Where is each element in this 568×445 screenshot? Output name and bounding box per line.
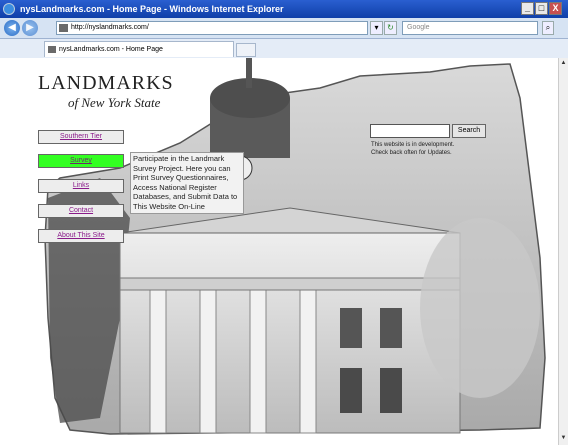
site-logo[interactable]: LANDMARKS of New York State <box>38 72 174 111</box>
logo-subtitle: of New York State <box>68 95 161 110</box>
address-toolbar: ◀ ▶ http://nyslandmarks.com/ ▾ ↻ ✕ Googl… <box>0 18 568 39</box>
logo-title: LANDMARKS <box>38 72 174 94</box>
search-placeholder: Google <box>407 24 430 31</box>
close-button[interactable]: X <box>549 2 562 15</box>
note-line-2: Check back often for Updates. <box>371 149 452 156</box>
page-icon <box>48 46 56 53</box>
window-title: nysLandmarks.com - Home Page - Windows I… <box>20 4 284 14</box>
new-tab-button[interactable] <box>236 43 256 57</box>
vertical-scrollbar[interactable]: ▲ ▼ <box>558 58 568 445</box>
nav-links[interactable]: Links <box>38 179 124 193</box>
back-icon[interactable]: ◀ <box>4 20 20 36</box>
address-input[interactable]: http://nyslandmarks.com/ <box>56 21 368 35</box>
survey-tooltip: Participate in the Landmark Survey Proje… <box>130 152 244 214</box>
page-icon <box>59 24 68 32</box>
nav-contact[interactable]: Contact <box>38 204 124 218</box>
landmark-background-illustration <box>44 58 546 435</box>
note-line-1: This website is in development. <box>371 142 455 148</box>
development-note: This website is in development. Check ba… <box>371 142 454 157</box>
site-search-input[interactable] <box>370 124 450 138</box>
nav-about[interactable]: About This Site <box>38 229 124 243</box>
scroll-up-icon[interactable]: ▲ <box>560 59 567 68</box>
refresh-icon[interactable]: ↻ <box>384 21 397 35</box>
address-dropdown-icon[interactable]: ▾ <box>370 21 383 35</box>
tab-label: nysLandmarks.com - Home Page <box>59 46 163 53</box>
search-box[interactable]: Google <box>402 21 538 35</box>
nav-southern-tier[interactable]: Southern Tier <box>38 130 124 144</box>
ie-icon <box>3 3 15 15</box>
tab-home[interactable]: nysLandmarks.com - Home Page <box>44 41 234 57</box>
site-search-button[interactable]: Search <box>452 124 486 138</box>
search-icon[interactable]: ⌕ <box>542 21 554 35</box>
window-titlebar: nysLandmarks.com - Home Page - Windows I… <box>0 0 568 18</box>
maximize-button[interactable]: □ <box>535 2 548 15</box>
nav-survey[interactable]: Survey <box>38 154 124 168</box>
page-content: LANDMARKS of New York State Southern Tie… <box>0 58 558 445</box>
address-url: http://nyslandmarks.com/ <box>71 24 149 31</box>
scroll-down-icon[interactable]: ▼ <box>560 434 567 443</box>
minimize-button[interactable]: _ <box>521 2 534 15</box>
forward-icon[interactable]: ▶ <box>22 20 38 36</box>
tab-bar: ★ ✚ nysLandmarks.com - Home Page <box>0 39 568 94</box>
